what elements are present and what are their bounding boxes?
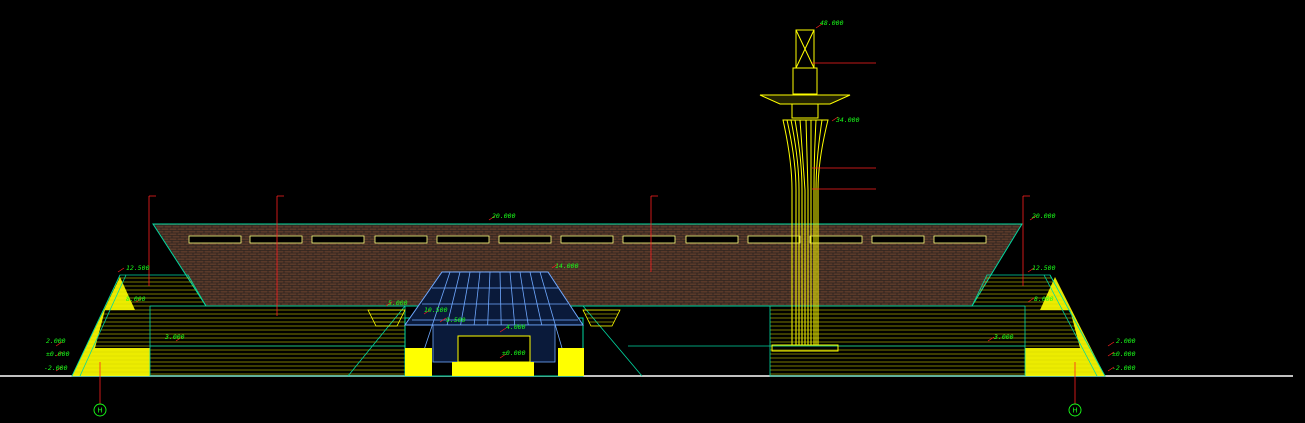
entrance-yellow-right: [558, 348, 584, 376]
entrance-yellow-step: [452, 362, 534, 376]
level-tower-top: 48.000: [820, 19, 844, 27]
level-left-step: 8.000: [126, 295, 146, 303]
svg-text:H: H: [1072, 407, 1077, 415]
axis-marker-right: H: [1068, 403, 1082, 417]
level-platform-right: 3.000: [993, 333, 1014, 341]
level-roof-right: 20.000: [1032, 212, 1056, 220]
svg-text:H: H: [97, 407, 102, 415]
level-glass-mid: 9.500: [446, 316, 466, 324]
level-glass-left: 5.000: [388, 299, 408, 307]
level-right-step: 8.000: [1034, 295, 1054, 303]
level-base-right: 2.000: [1116, 337, 1136, 345]
right-planter: [582, 309, 621, 327]
level-entrance-top: 14.000: [555, 262, 579, 270]
level-ground-right: ±0.000: [1112, 350, 1136, 358]
level-entrance-door: 4.000: [506, 323, 526, 331]
level-roof-main: 20.000: [492, 212, 516, 220]
level-base-left: 2.000: [46, 337, 66, 345]
level-below-left: -2.000: [44, 364, 68, 372]
axis-marker-left: H: [93, 403, 107, 417]
level-below-right: -2.000: [1112, 364, 1136, 372]
level-tower-mid: 34.000: [835, 116, 860, 124]
level-platform-left: 3.000: [164, 333, 185, 341]
entrance-yellow-left: [405, 348, 432, 376]
level-ground-left: ±0.000: [46, 350, 70, 358]
elevation-drawing: 48.000 34.000 20.000 20.000 14.000 12.50…: [0, 19, 1293, 417]
level-entrance-glass: 10.500: [424, 306, 448, 314]
level-ground-center: ±0.000: [502, 349, 526, 357]
level-right-stair-top: 12.500: [1032, 264, 1056, 272]
level-left-stair-top: 12.500: [126, 264, 150, 272]
